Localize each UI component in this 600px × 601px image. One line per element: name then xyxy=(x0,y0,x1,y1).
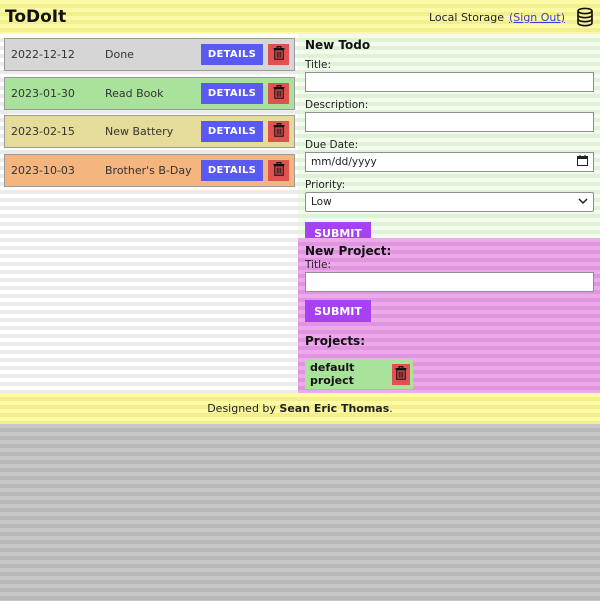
trash-icon xyxy=(273,46,285,63)
projects-heading: Projects: xyxy=(305,334,365,348)
project-title-input[interactable] xyxy=(305,272,594,292)
details-button[interactable]: DETAILS xyxy=(201,121,263,143)
header-right: Local Storage (Sign Out) xyxy=(429,7,594,27)
delete-todo-button[interactable] xyxy=(268,160,289,182)
footer-suffix: . xyxy=(389,402,393,415)
todo-title: Brother's B-Day xyxy=(105,164,192,178)
trash-icon xyxy=(395,365,407,383)
todo-item[interactable]: 2023-02-15 New Battery DETAILS xyxy=(4,115,295,149)
new-todo-heading: New Todo xyxy=(305,38,371,52)
todo-date: 2022-12-12 xyxy=(11,48,75,61)
todo-item[interactable]: 2022-12-12 Done DETAILS xyxy=(4,38,295,71)
project-title-label: Title: xyxy=(305,259,332,271)
new-todo-form: New Todo Title: Description: Due Date: m… xyxy=(298,34,600,244)
todo-date: 2023-02-15 xyxy=(11,125,75,139)
todo-item[interactable]: 2023-01-30 Read Book DETAILS xyxy=(4,76,295,110)
todo-title: Read Book xyxy=(105,86,164,100)
todo-list: 2022-12-12 Done DETAILS 2023-01-30 Read Book… xyxy=(4,38,295,193)
footer-author: Sean Eric Thomas xyxy=(279,402,390,415)
database-icon[interactable] xyxy=(576,7,594,27)
delete-todo-button[interactable] xyxy=(268,82,289,104)
app-footer: Designed by Sean Eric Thomas. xyxy=(0,393,600,424)
chevron-down-icon xyxy=(578,196,588,208)
trash-icon xyxy=(273,162,285,179)
todo-priority-select[interactable]: Low xyxy=(305,192,594,212)
delete-todo-button[interactable] xyxy=(268,44,289,65)
details-button[interactable]: DETAILS xyxy=(201,44,263,65)
todo-date: 2023-01-30 xyxy=(11,86,75,100)
todo-title: Done xyxy=(105,48,134,61)
details-button[interactable]: DETAILS xyxy=(201,82,263,104)
project-submit-button[interactable]: SUBMIT xyxy=(305,300,371,322)
delete-project-button[interactable] xyxy=(392,363,410,385)
project-item[interactable]: default project xyxy=(305,359,413,389)
todo-date: 2023-10-03 xyxy=(11,164,75,178)
new-project-form: New Project: Title: SUBMIT Projects: def… xyxy=(298,238,600,393)
footer-prefix: Designed by xyxy=(207,402,276,415)
app-header: ToDoIt Local Storage (Sign Out) xyxy=(0,0,600,34)
new-project-heading: New Project: xyxy=(305,244,392,258)
calendar-icon[interactable] xyxy=(577,155,588,169)
storage-label: Local Storage xyxy=(428,10,504,24)
todo-panel: 2022-12-12 Done DETAILS 2023-01-30 Read Book… xyxy=(0,34,298,393)
todo-title: New Battery xyxy=(105,125,174,139)
trash-icon xyxy=(273,84,285,102)
app-title: ToDoIt xyxy=(5,7,67,27)
sign-out-link[interactable]: (Sign Out) xyxy=(509,11,565,24)
details-button[interactable]: DETAILS xyxy=(201,160,263,182)
todo-title-input[interactable] xyxy=(305,72,594,92)
todo-due-date-label: Due Date: xyxy=(305,139,359,151)
priority-selected-value: Low xyxy=(311,196,332,208)
delete-todo-button[interactable] xyxy=(268,121,289,143)
todo-due-date-input[interactable]: mm/dd/yyyy xyxy=(305,152,594,172)
trash-icon xyxy=(273,123,285,140)
due-date-placeholder: mm/dd/yyyy xyxy=(311,156,377,168)
project-name: default project xyxy=(310,361,355,387)
todo-description-input[interactable] xyxy=(305,112,594,132)
todo-title-label: Title: xyxy=(305,59,332,71)
todo-description-label: Description: xyxy=(305,99,369,111)
todo-priority-label: Priority: xyxy=(305,179,346,191)
todo-item[interactable]: 2023-10-03 Brother's B-Day DETAILS xyxy=(4,154,295,188)
